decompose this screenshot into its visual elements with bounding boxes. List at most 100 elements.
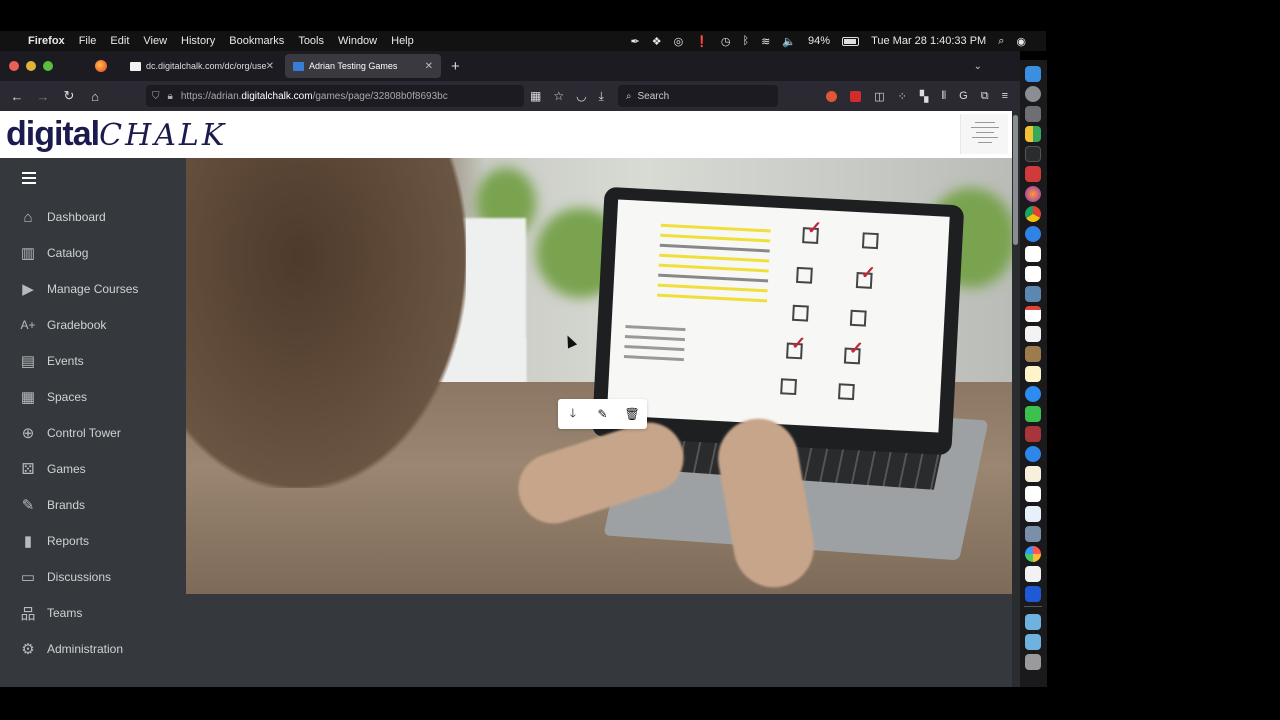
slack-icon[interactable]: [1025, 266, 1041, 282]
sidebar-item-catalog[interactable]: ▥ Catalog: [0, 238, 186, 268]
edit-icon[interactable]: ✎: [592, 407, 612, 421]
digitalchalk-logo[interactable]: digitalCHALK: [6, 115, 227, 154]
folder-icon[interactable]: [1025, 614, 1041, 630]
siri-icon[interactable]: ◉: [1016, 35, 1026, 48]
url-bar[interactable]: ⛉ 🔒︎ https://adrian.digitalchalk.com/gam…: [146, 85, 524, 107]
sidebar-item-control-tower[interactable]: ⊕ Control Tower: [0, 418, 186, 448]
list-all-tabs-chevron-icon[interactable]: ⌄: [974, 61, 982, 72]
sidebar-item-spaces[interactable]: ▦ Spaces: [0, 382, 186, 412]
menu-view[interactable]: View: [143, 35, 167, 47]
menu-history[interactable]: History: [181, 35, 215, 47]
download-arrow-icon[interactable]: 🡓: [563, 404, 583, 425]
terminal-icon[interactable]: [1025, 146, 1041, 162]
page-scrollbar[interactable]: [1012, 111, 1020, 687]
qr-code-icon[interactable]: ▦: [530, 89, 541, 104]
menu-file[interactable]: File: [79, 35, 97, 47]
pencil-app-icon[interactable]: [1025, 466, 1041, 482]
home-icon[interactable]: ⌂: [84, 89, 106, 104]
sidebar-toggle-icon[interactable]: ◫: [874, 90, 884, 103]
finder-icon[interactable]: [1025, 66, 1041, 82]
image-capture-icon[interactable]: [1025, 526, 1041, 542]
battery-icon[interactable]: [842, 36, 860, 46]
numbers-icon[interactable]: [1025, 486, 1041, 502]
firefox-icon[interactable]: [1025, 186, 1041, 202]
photos-icon[interactable]: [1025, 546, 1041, 562]
alert-icon[interactable]: ❗: [695, 35, 709, 48]
menu-bookmarks[interactable]: Bookmarks: [229, 35, 284, 47]
clock[interactable]: Tue Mar 28 1:40:33 PM: [871, 35, 986, 47]
app-store-icon[interactable]: [1025, 446, 1041, 462]
duckduckgo-extension-icon[interactable]: [826, 90, 838, 102]
pocket-icon[interactable]: ◡: [576, 89, 586, 104]
menu-edit[interactable]: Edit: [110, 35, 129, 47]
reload-icon[interactable]: ↻: [58, 88, 80, 104]
grid-extension-icon[interactable]: ▚: [920, 90, 928, 103]
calendar-icon[interactable]: [1025, 306, 1041, 322]
hamburger-menu-icon[interactable]: [22, 172, 36, 187]
chrome-icon[interactable]: [1025, 206, 1041, 222]
tab-close-icon[interactable]: ✕: [425, 61, 433, 72]
red-extension-icon[interactable]: [850, 90, 862, 102]
notebook-icon[interactable]: [1025, 346, 1041, 362]
messages-icon[interactable]: [1025, 386, 1041, 402]
sidebar-item-games[interactable]: ⚄ Games: [0, 454, 186, 484]
sidebar-item-discussions[interactable]: ▭ Discussions: [0, 562, 186, 592]
back-arrow-icon[interactable]: ←: [6, 89, 28, 104]
document-icon[interactable]: [1025, 566, 1041, 582]
trash-icon[interactable]: [1025, 654, 1041, 670]
bookmark-star-icon[interactable]: ☆: [553, 89, 564, 104]
new-tab-button[interactable]: +: [451, 58, 460, 75]
textedit-icon[interactable]: [1025, 326, 1041, 342]
menu-window[interactable]: Window: [338, 35, 377, 47]
tab-close-icon[interactable]: ✕: [266, 61, 274, 72]
downloads-icon[interactable]: ⤓: [599, 89, 604, 104]
menu-firefox[interactable]: Firefox: [28, 35, 65, 47]
extensions-puzzle-icon[interactable]: ⧉: [981, 90, 989, 103]
trash-icon[interactable]: 🗑: [622, 407, 642, 421]
zoom-app-icon[interactable]: [1025, 586, 1041, 602]
vivaldi-icon[interactable]: [1025, 166, 1041, 182]
tab-user-page[interactable]: dc.digitalchalk.com/dc/org/user ✕: [122, 54, 282, 78]
document-thumbnail[interactable]: [960, 114, 1008, 154]
sidebar-item-gradebook[interactable]: A+ Gradebook: [0, 310, 186, 340]
launchpad-icon[interactable]: [1025, 86, 1041, 102]
close-window-button[interactable]: [9, 61, 19, 71]
photo-booth-icon[interactable]: [1025, 426, 1041, 442]
app-icon[interactable]: [1025, 126, 1041, 142]
preview-icon[interactable]: [1025, 286, 1041, 302]
safari-icon[interactable]: [1025, 226, 1041, 242]
sidebar-item-events[interactable]: ▤ Events: [0, 346, 186, 376]
zoom-window-button[interactable]: [43, 61, 53, 71]
menu-help[interactable]: Help: [391, 35, 414, 47]
sidebar-item-teams[interactable]: 品 Teams: [0, 598, 186, 628]
search-input[interactable]: ⌕ Search: [617, 85, 778, 107]
hero-image-laptop-checklist[interactable]: ✓ ✓ ✓ ✓ 🡓 ✎ 🗑: [186, 158, 1019, 594]
grammarly-icon[interactable]: G: [959, 90, 968, 102]
notes-icon[interactable]: [1025, 366, 1041, 382]
library-icon[interactable]: ⦀: [941, 90, 946, 103]
wifi-icon[interactable]: ≋: [761, 35, 770, 48]
keynote-icon[interactable]: [1025, 506, 1041, 522]
sidebar-item-administration[interactable]: ⚙ Administration: [0, 634, 186, 664]
minimize-window-button[interactable]: [26, 61, 36, 71]
facetime-icon[interactable]: [1025, 406, 1041, 422]
volume-icon[interactable]: 🔈: [782, 35, 796, 48]
google-icon[interactable]: [1025, 246, 1041, 262]
lock-icon[interactable]: 🔒︎: [168, 91, 173, 102]
time-machine-icon[interactable]: ◷: [721, 35, 731, 48]
sidebar-item-dashboard[interactable]: ⌂ Dashboard: [0, 202, 186, 232]
app-menu-hamburger-icon[interactable]: ≡: [1002, 90, 1008, 102]
scrollbar-thumb[interactable]: [1013, 115, 1018, 245]
tab-adrian-testing-games[interactable]: Adrian Testing Games ✕: [285, 54, 441, 78]
bluetooth-icon[interactable]: ᛒ: [743, 35, 750, 47]
sidebar-item-manage-courses[interactable]: ▶ Manage Courses: [0, 274, 186, 304]
firefox-view-icon[interactable]: [95, 60, 107, 72]
sidebar-item-reports[interactable]: ▮ Reports: [0, 526, 186, 556]
forward-arrow-icon[interactable]: →: [32, 89, 54, 104]
tracking-shield-icon[interactable]: ⛉: [152, 91, 160, 102]
extension-icon[interactable]: ⁘: [898, 90, 907, 103]
airplay-icon[interactable]: ◎: [674, 35, 684, 48]
feather-icon[interactable]: ✒: [630, 35, 639, 48]
menu-tools[interactable]: Tools: [298, 35, 324, 47]
sidebar-item-brands[interactable]: ✎ Brands: [0, 490, 186, 520]
